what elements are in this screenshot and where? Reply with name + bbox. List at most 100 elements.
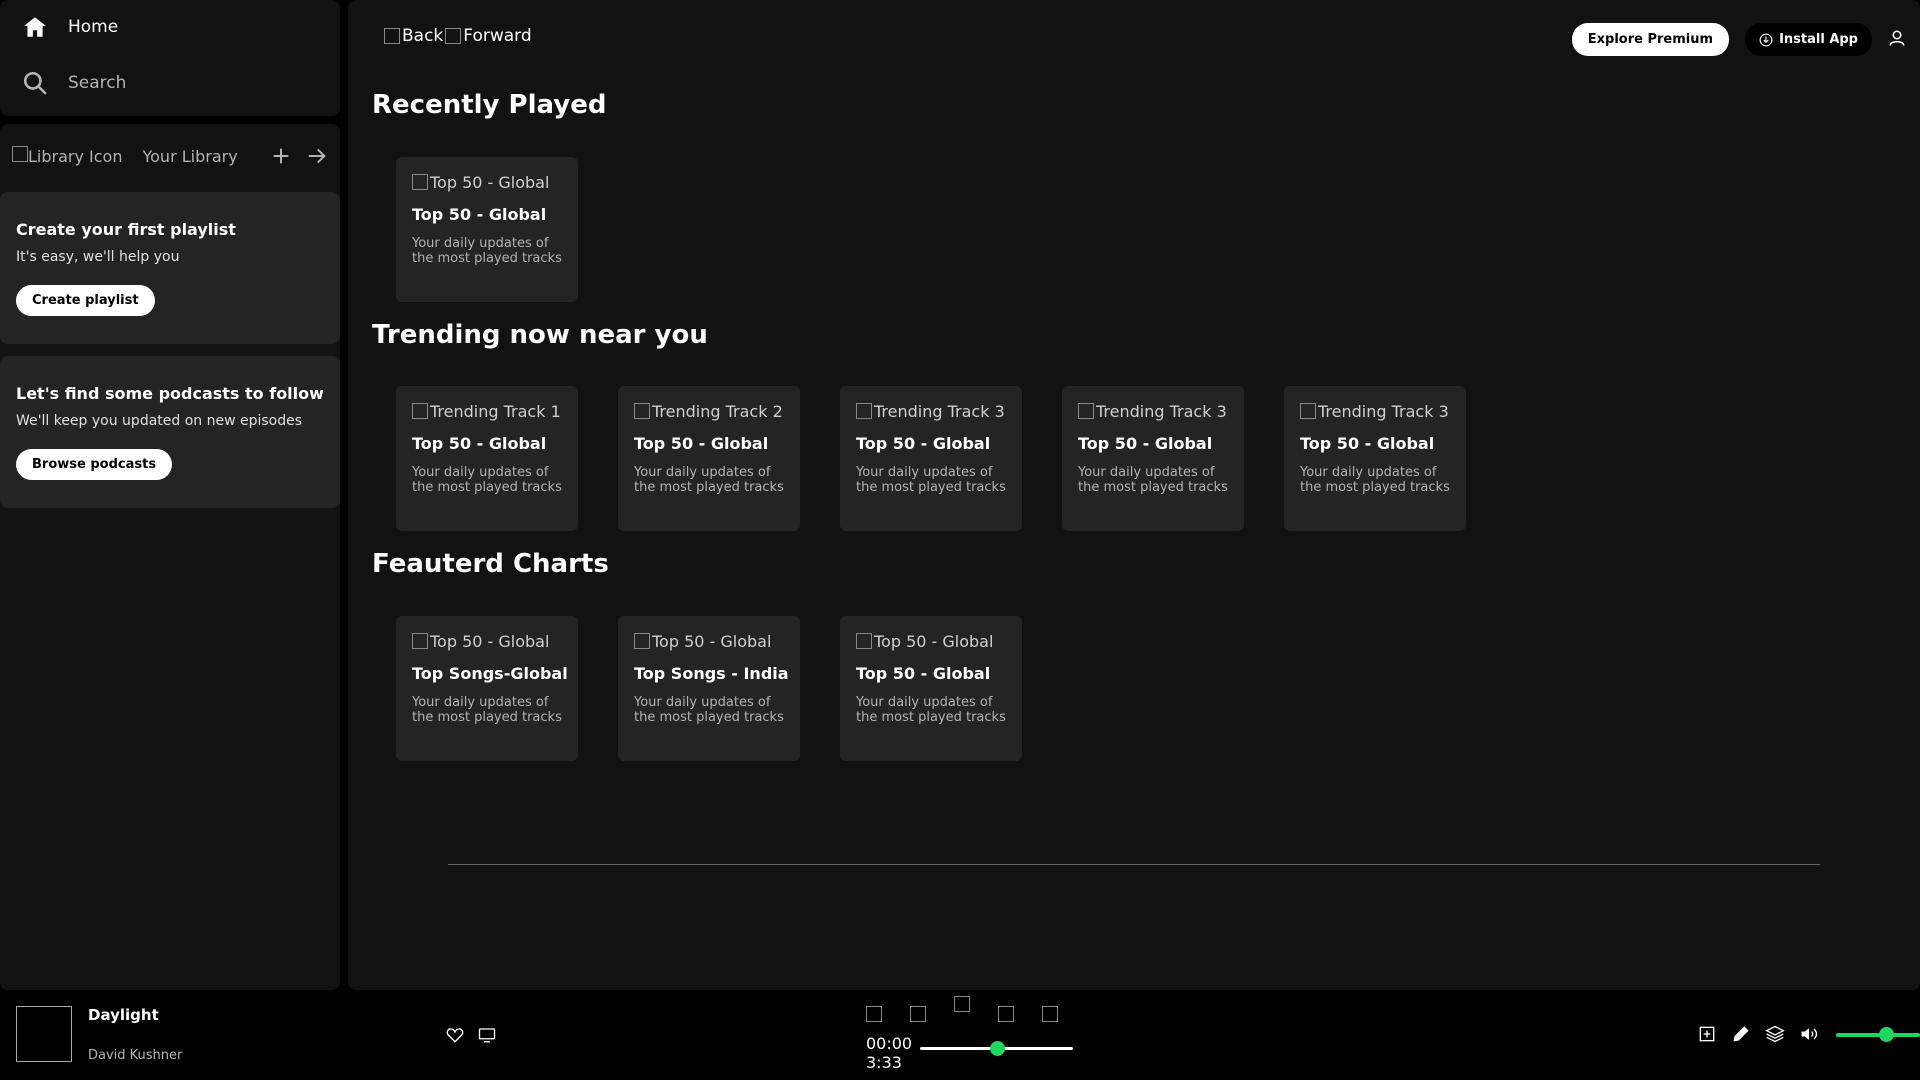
device-icon[interactable]	[478, 1026, 496, 1044]
browse-podcasts-button[interactable]: Browse podcasts	[16, 449, 173, 480]
arrow-right-icon[interactable]	[306, 145, 328, 167]
playlist-card[interactable]: Trending Track 3 Top 50 - Global Your da…	[1062, 386, 1244, 531]
playlist-card[interactable]: Trending Track 1 Top 50 - Global Your da…	[396, 386, 578, 531]
card-row-featured-charts: Top 50 - Global Top Songs-Global Your da…	[396, 616, 1022, 761]
card-title: Top 50 - Global	[412, 205, 547, 224]
broken-image-icon	[634, 403, 650, 419]
sidebar: Home Search Library Icon Your Library Cr…	[0, 0, 340, 990]
track-artist[interactable]: David Kushner	[88, 1048, 182, 1063]
pencil-icon[interactable]	[1731, 1024, 1751, 1044]
card-image: Trending Track 3	[1078, 400, 1228, 422]
player-bar: Daylight David Kushner 00:00 3:33	[0, 990, 1920, 1080]
next-icon[interactable]	[998, 1006, 1014, 1022]
broken-image-icon	[412, 174, 428, 190]
progress-handle[interactable]	[989, 1041, 1005, 1056]
home-label: Home	[68, 17, 119, 37]
card-image: Top 50 - Global	[412, 630, 562, 652]
card-description: Your daily updates of the most played tr…	[412, 236, 562, 266]
user-profile-button[interactable]	[1888, 29, 1906, 51]
previous-icon[interactable]	[910, 1006, 926, 1022]
card-title: Top 50 - Global	[412, 434, 547, 453]
create-playlist-button[interactable]: Create playlist	[16, 285, 155, 316]
broken-image-icon	[856, 403, 872, 419]
card-title: Top 50 - Global	[856, 434, 991, 453]
card-row-recently-played: Top 50 - Global Top 50 - Global Your dai…	[396, 157, 578, 302]
card-description: Your daily updates of the most played tr…	[1078, 465, 1228, 495]
install-app-button[interactable]: Install App	[1745, 23, 1872, 56]
shuffle-icon[interactable]	[866, 1006, 882, 1022]
promo-title: Let's find some podcasts to follow	[16, 384, 324, 403]
broken-image-icon	[634, 633, 650, 649]
broken-image-icon	[445, 28, 462, 44]
extra-controls	[1697, 1024, 1819, 1044]
promo-podcasts: Let's find some podcasts to follow We'll…	[0, 356, 340, 508]
card-description: Your daily updates of the most played tr…	[412, 695, 562, 725]
forward-alt: Forward	[463, 26, 532, 46]
library-icon[interactable]: Library Icon	[12, 146, 122, 166]
progress-bar[interactable]	[920, 1041, 1073, 1056]
repeat-icon[interactable]	[1042, 1006, 1058, 1022]
sidebar-item-home[interactable]: Home	[22, 14, 118, 40]
install-app-label: Install App	[1779, 32, 1858, 47]
library-actions	[270, 145, 328, 167]
playlist-card[interactable]: Trending Track 3 Top 50 - Global Your da…	[840, 386, 1022, 531]
card-title: Top 50 - Global	[634, 434, 769, 453]
queue-add-icon[interactable]	[1697, 1024, 1717, 1044]
card-description: Your daily updates of the most played tr…	[856, 695, 1006, 725]
playlist-card[interactable]: Trending Track 2 Top 50 - Global Your da…	[618, 386, 800, 531]
playlist-card[interactable]: Top 50 - Global Top Songs-Global Your da…	[396, 616, 578, 761]
heart-icon[interactable]	[446, 1026, 464, 1044]
album-cover[interactable]	[16, 1006, 72, 1062]
card-image-alt: Trending Track 2	[652, 401, 783, 421]
total-time: 3:33	[866, 1053, 902, 1072]
library-header: Library Icon Your Library	[12, 140, 328, 172]
promo-create-playlist: Create your first playlist It's easy, we…	[0, 192, 340, 344]
card-description: Your daily updates of the most played tr…	[634, 465, 784, 495]
forward-button[interactable]: Forward	[445, 26, 532, 46]
playlist-card[interactable]: Top 50 - Global Top 50 - Global Your dai…	[396, 157, 578, 302]
broken-image-icon	[412, 403, 428, 419]
card-title: Top 50 - Global	[856, 664, 991, 683]
playlist-card[interactable]: Top 50 - Global Top Songs - India Your d…	[618, 616, 800, 761]
broken-image-icon	[856, 633, 872, 649]
section-title: Recently Played	[372, 90, 607, 120]
library-title[interactable]: Your Library	[142, 147, 237, 166]
card-description: Your daily updates of the most played tr…	[1300, 465, 1450, 495]
section-title: Feauterd Charts	[372, 549, 609, 579]
card-image: Trending Track 1	[412, 400, 562, 422]
card-title: Top 50 - Global	[1300, 434, 1435, 453]
home-icon	[24, 17, 46, 37]
nav-box: Home Search	[0, 0, 340, 116]
card-image-alt: Top 50 - Global	[652, 631, 772, 651]
play-icon[interactable]	[954, 996, 970, 1012]
main-content: Back Forward Explore Premium Install App…	[348, 0, 1920, 990]
card-image: Top 50 - Global	[634, 630, 784, 652]
back-alt: Back	[402, 26, 444, 46]
broken-image-icon	[1078, 403, 1094, 419]
broken-image-icon	[384, 28, 400, 44]
back-button[interactable]: Back	[384, 26, 443, 46]
card-image: Top 50 - Global	[412, 171, 562, 193]
volume-slider[interactable]	[1836, 1027, 1920, 1042]
sidebar-item-search[interactable]: Search	[22, 70, 126, 96]
card-title: Top 50 - Global	[1078, 434, 1213, 453]
search-icon	[23, 71, 47, 95]
plus-icon[interactable]	[270, 145, 292, 167]
current-time: 00:00	[866, 1034, 913, 1053]
card-image: Trending Track 3	[856, 400, 1006, 422]
user-icon	[1889, 30, 1905, 46]
volume-icon[interactable]	[1799, 1024, 1819, 1044]
track-title[interactable]: Daylight	[88, 1006, 159, 1024]
playlist-card[interactable]: Top 50 - Global Top 50 - Global Your dai…	[840, 616, 1022, 761]
volume-handle[interactable]	[1879, 1027, 1895, 1042]
card-image-alt: Trending Track 3	[1318, 401, 1449, 421]
explore-premium-button[interactable]: Explore Premium	[1571, 23, 1730, 56]
card-image: Top 50 - Global	[856, 630, 1006, 652]
broken-image-icon	[12, 146, 28, 162]
card-image-alt: Top 50 - Global	[430, 172, 550, 192]
playlist-card[interactable]: Trending Track 3 Top 50 - Global Your da…	[1284, 386, 1466, 531]
broken-image-icon	[1300, 403, 1316, 419]
card-image-alt: Top 50 - Global	[874, 631, 994, 651]
promo-text: It's easy, we'll help you	[16, 249, 180, 265]
layers-icon[interactable]	[1765, 1024, 1785, 1044]
